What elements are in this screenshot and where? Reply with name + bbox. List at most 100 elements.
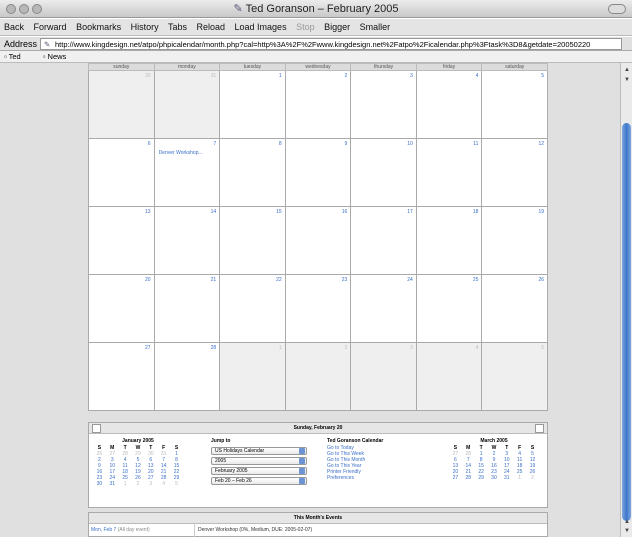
calendar-day-cell[interactable]: 7 Denver Workshop... (153, 138, 221, 207)
day-number[interactable]: 5 (541, 345, 544, 351)
toolbar-toggle-button[interactable] (608, 4, 626, 14)
day-number[interactable]: 8 (279, 141, 282, 147)
day-number[interactable]: 1 (279, 345, 282, 351)
calendar-day-cell[interactable]: 3 (350, 70, 417, 139)
day-number[interactable]: 17 (407, 209, 413, 215)
day-number[interactable]: 27 (145, 345, 151, 351)
day-number[interactable]: 7 (213, 141, 216, 147)
calendar-event-link[interactable]: Denver Workshop... (159, 150, 203, 156)
mini-day-link[interactable]: 2 (526, 475, 539, 481)
calendar-day-cell[interactable]: 9 (284, 138, 352, 207)
day-number[interactable]: 23 (342, 277, 348, 283)
bigger-button[interactable]: Bigger (324, 22, 350, 32)
day-number[interactable]: 11 (473, 141, 478, 147)
history-button[interactable]: History (131, 22, 159, 32)
day-number[interactable]: 2 (344, 73, 347, 79)
mini-day-link[interactable]: 1 (119, 481, 132, 487)
calendar-day-cell[interactable]: 17 (350, 206, 417, 275)
calendar-day-cell[interactable]: 1 (219, 70, 286, 139)
day-number[interactable]: 26 (538, 277, 544, 283)
calendar-day-cell[interactable]: 30 (88, 70, 155, 139)
previous-day-button[interactable] (92, 424, 101, 433)
day-number[interactable]: 28 (211, 345, 217, 351)
calendar-day-cell[interactable]: 3 (350, 342, 417, 411)
day-number[interactable]: 22 (276, 277, 282, 283)
scroll-up-arrow-icon[interactable]: ▲ (624, 67, 630, 73)
mini-day-link[interactable]: 31 (106, 481, 119, 487)
day-number[interactable]: 6 (148, 141, 151, 147)
calendar-day-cell[interactable]: 5 (481, 70, 548, 139)
calendar-day-cell[interactable]: 25 (415, 274, 483, 343)
calendar-day-cell[interactable]: 16 (284, 206, 352, 275)
vertical-scrollbar[interactable]: ▲ ▼ ▲ ▼ (620, 63, 632, 537)
day-number[interactable]: 31 (211, 73, 217, 79)
day-number[interactable]: 5 (541, 73, 544, 79)
day-number[interactable]: 9 (344, 141, 347, 147)
calendar-day-cell[interactable]: 1 (219, 342, 286, 411)
calendar-day-cell[interactable]: 2 (284, 342, 352, 411)
scroll-up-arrow-icon[interactable]: ▲ (624, 519, 630, 525)
bookmark-news[interactable]: ▫ News (43, 52, 77, 61)
mini-day-link[interactable]: 4 (157, 481, 170, 487)
load-images-button[interactable]: Load Images (235, 22, 287, 32)
scroll-down-arrow-icon[interactable]: ▼ (624, 528, 630, 534)
calendar-day-cell[interactable]: 18 (415, 206, 483, 275)
calendar-day-cell[interactable]: 19 (481, 206, 548, 275)
zoom-window-button[interactable] (32, 4, 42, 14)
scroll-down-arrow-icon[interactable]: ▼ (624, 77, 630, 83)
calendar-day-cell[interactable]: 8 (219, 138, 286, 207)
reload-button[interactable]: Reload (196, 22, 225, 32)
calendar-day-cell[interactable]: 6 (88, 138, 155, 207)
day-number[interactable]: 21 (211, 277, 217, 283)
stop-button[interactable]: Stop (296, 22, 315, 32)
bookmarks-button[interactable]: Bookmarks (76, 22, 121, 32)
day-number[interactable]: 2 (344, 345, 347, 351)
day-number[interactable]: 24 (407, 277, 413, 283)
calendar-day-cell[interactable]: 12 (481, 138, 548, 207)
calendar-day-cell[interactable]: 26 (481, 274, 548, 343)
month-select[interactable]: February 2005 (211, 467, 307, 475)
mini-day-link[interactable]: 30 (488, 475, 501, 481)
day-number[interactable]: 18 (473, 209, 479, 215)
calendar-day-cell[interactable]: 21 (153, 274, 221, 343)
mini-day-link[interactable]: 2 (132, 481, 145, 487)
mini-day-link[interactable]: 29 (475, 475, 488, 481)
calendar-day-cell[interactable]: 14 (153, 206, 221, 275)
day-number[interactable]: 3 (410, 73, 413, 79)
calendar-day-cell[interactable]: 5 (481, 342, 548, 411)
calendar-day-cell[interactable]: 22 (219, 274, 286, 343)
calendar-day-cell[interactable]: 23 (284, 274, 352, 343)
mini-day-link[interactable]: 30 (93, 481, 106, 487)
calendar-day-cell[interactable]: 2 (284, 70, 352, 139)
calendar-day-cell[interactable]: 31 (153, 70, 221, 139)
back-button[interactable]: Back (4, 22, 24, 32)
day-number[interactable]: 10 (407, 141, 413, 147)
mini-day-link[interactable]: 27 (449, 475, 462, 481)
week-select[interactable]: Feb 20 – Feb 26 (211, 477, 307, 485)
preferences-link[interactable]: Preferences (327, 475, 417, 481)
minimize-window-button[interactable] (19, 4, 29, 14)
mini-day-link[interactable]: 5 (170, 481, 183, 487)
calendar-day-cell[interactable]: 13 (88, 206, 155, 275)
day-number[interactable]: 4 (476, 345, 479, 351)
calendar-day-cell[interactable]: 15 (219, 206, 286, 275)
calendar-day-cell[interactable]: 28 (153, 342, 221, 411)
calendar-day-cell[interactable]: 10 (350, 138, 417, 207)
day-number[interactable]: 13 (145, 209, 151, 215)
url-field[interactable]: ✎ http://www.kingdesign.net/atpo/phpical… (40, 38, 622, 50)
bookmark-ted[interactable]: ▫ Ted (4, 52, 31, 61)
mini-day-link[interactable]: 31 (500, 475, 513, 481)
calendar-select[interactable]: US Holidays Calendar (211, 447, 307, 455)
day-number[interactable]: 3 (410, 345, 413, 351)
mini-day-link[interactable]: 3 (144, 481, 157, 487)
day-number[interactable]: 14 (211, 209, 217, 215)
day-number[interactable]: 25 (473, 277, 479, 283)
year-select[interactable]: 2005 (211, 457, 307, 465)
day-number[interactable]: 30 (145, 73, 151, 79)
tabs-button[interactable]: Tabs (168, 22, 187, 32)
calendar-day-cell[interactable]: 27 (88, 342, 155, 411)
calendar-day-cell[interactable]: 24 (350, 274, 417, 343)
calendar-day-cell[interactable]: 20 (88, 274, 155, 343)
calendar-day-cell[interactable]: 11 (415, 138, 483, 207)
next-day-button[interactable] (535, 424, 544, 433)
